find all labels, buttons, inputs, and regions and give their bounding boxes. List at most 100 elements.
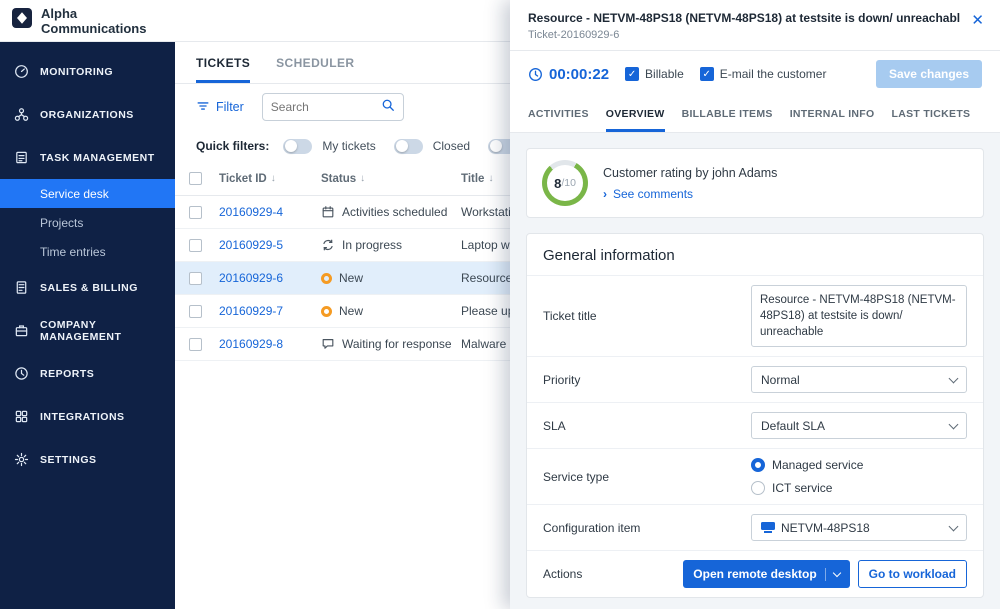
service-type-row: Service type Managed service ICT service: [527, 448, 983, 504]
detail-controls: 00:00:22 ✓ Billable ✓ E-mail the custome…: [510, 51, 1000, 97]
sidebar-subitem-service-desk[interactable]: Service desk: [0, 179, 175, 208]
new-status-icon: [321, 272, 332, 284]
sidebar-subitem-label: Service desk: [40, 186, 109, 201]
sla-row: SLA Default SLA: [527, 402, 983, 448]
status-cell: In progress: [321, 238, 461, 252]
save-changes-button[interactable]: Save changes: [875, 60, 982, 88]
detail-title: Resource - NETVM-48PS18 (NETVM-48PS18) a…: [528, 11, 960, 25]
ticket-id-link[interactable]: 20160929-4: [219, 205, 321, 219]
toggle-closed[interactable]: [393, 138, 423, 154]
sidebar-item-integrations[interactable]: INTEGRATIONS: [0, 395, 175, 438]
status-cell: New: [321, 271, 461, 285]
ticket-title-input[interactable]: Resource - NETVM-48PS18 (NETVM-48PS18) a…: [751, 285, 967, 348]
row-checkbox[interactable]: [189, 271, 202, 285]
close-icon[interactable]: ✕: [971, 13, 984, 28]
configuration-item-label: Configuration item: [543, 520, 641, 535]
monitor-icon: [761, 522, 775, 534]
sort-icon[interactable]: ↓: [360, 173, 365, 184]
sidebar-item-organizations[interactable]: ORGANIZATIONS: [0, 93, 175, 136]
sort-icon[interactable]: ↓: [488, 173, 493, 184]
chevron-right-icon: ›: [603, 186, 607, 201]
sidebar-item-monitoring[interactable]: MONITORING: [0, 50, 175, 93]
ticket-title-row: Ticket title Resource - NETVM-48PS18 (NE…: [527, 275, 983, 356]
email-customer-checkbox[interactable]: ✓ E-mail the customer: [699, 67, 826, 81]
tab-activities[interactable]: ACTIVITIES: [528, 97, 589, 132]
rating-denominator: /10: [561, 177, 576, 189]
brand-bar: Alpha Communications: [0, 0, 175, 42]
sidebar-item-task-management[interactable]: TASK MANAGEMENT: [0, 136, 175, 179]
toggle-my-tickets[interactable]: [283, 138, 313, 154]
row-checkbox[interactable]: [189, 205, 202, 219]
row-checkbox[interactable]: [189, 238, 202, 252]
search-input[interactable]: [270, 100, 381, 114]
priority-label: Priority: [543, 372, 581, 387]
go-to-workload-button[interactable]: Go to workload: [857, 560, 967, 589]
column-status[interactable]: Status ↓: [321, 173, 461, 185]
sidebar-subitem-time-entries[interactable]: Time entries: [0, 237, 175, 266]
detail-body: 8/10 Customer rating by john Adams › See…: [510, 133, 1000, 609]
waiting-chat-icon: [321, 337, 335, 351]
configuration-item-select[interactable]: NETVM-48PS18: [751, 514, 967, 542]
see-comments-link[interactable]: › See comments: [603, 187, 777, 201]
actions-label: Actions: [543, 567, 583, 582]
sidebar-item-label: INTEGRATIONS: [40, 410, 125, 423]
ticket-id-link[interactable]: 20160929-7: [219, 304, 321, 318]
sidebar-item-company-management[interactable]: COMPANY MANAGEMENT: [0, 309, 175, 352]
tab-last-tickets[interactable]: LAST TICKETS: [892, 97, 971, 132]
radio-managed-service[interactable]: Managed service: [751, 458, 967, 473]
priority-row: Priority Normal: [527, 356, 983, 402]
sla-select[interactable]: Default SLA: [751, 412, 967, 440]
priority-select[interactable]: Normal: [751, 366, 967, 394]
detail-tabs: ACTIVITIES OVERVIEW BILLABLE ITEMS INTER…: [510, 97, 1000, 133]
chevron-down-icon: [832, 568, 841, 578]
ticket-id-link[interactable]: 20160929-5: [219, 238, 321, 252]
ticket-id-link[interactable]: 20160929-8: [219, 337, 321, 351]
app-logo-icon: [12, 8, 32, 33]
search-icon[interactable]: [381, 98, 395, 117]
billable-checkbox[interactable]: ✓ Billable: [625, 67, 684, 81]
column-ticket-id[interactable]: Ticket ID ↓: [219, 173, 321, 185]
tab-overview[interactable]: OVERVIEW: [605, 97, 665, 132]
sidebar-item-label: TASK MANAGEMENT: [40, 151, 155, 164]
calendar-icon: [321, 205, 335, 219]
ticket-timer[interactable]: 00:00:22: [528, 66, 609, 83]
sidebar-item-sales-billing[interactable]: SALES & BILLING: [0, 266, 175, 309]
select-all-checkbox[interactable]: [189, 172, 202, 185]
sidebar-item-reports[interactable]: REPORTS: [0, 352, 175, 395]
sidebar-item-label: COMPANY MANAGEMENT: [40, 318, 122, 343]
general-information-card: General information Ticket title Resourc…: [526, 233, 984, 599]
ticket-detail-panel: Resource - NETVM-48PS18 (NETVM-48PS18) a…: [510, 0, 1000, 609]
tab-billable-items[interactable]: BILLABLE ITEMS: [682, 97, 773, 132]
filter-label: Filter: [216, 100, 244, 114]
row-checkbox[interactable]: [189, 304, 202, 318]
button-divider: [824, 567, 826, 581]
filter-button[interactable]: Filter: [196, 99, 244, 116]
tab-tickets[interactable]: TICKETS: [196, 42, 251, 83]
radio-ict-service[interactable]: ICT service: [751, 481, 967, 496]
filter-icon: [196, 99, 210, 116]
sidebar-item-label: SETTINGS: [40, 453, 97, 466]
sidebar-item-label: REPORTS: [40, 367, 95, 380]
integrations-grid-icon: [14, 409, 29, 424]
chevron-down-icon: [948, 419, 959, 430]
open-remote-desktop-button[interactable]: Open remote desktop: [683, 560, 850, 589]
sidebar-subitem-projects[interactable]: Projects: [0, 208, 175, 237]
sort-icon[interactable]: ↓: [271, 173, 276, 184]
organizations-icon: [14, 107, 29, 122]
ticket-title-label: Ticket title: [543, 309, 597, 324]
tab-internal-info[interactable]: INTERNAL INFO: [790, 97, 875, 132]
sidebar-subitem-label: Time entries: [40, 244, 106, 259]
sidebar-subitem-label: Projects: [40, 215, 84, 230]
in-progress-sync-icon: [321, 238, 335, 252]
tab-scheduler[interactable]: SCHEDULER: [276, 42, 354, 83]
sla-label: SLA: [543, 418, 566, 433]
sidebar-item-settings[interactable]: SETTINGS: [0, 438, 175, 481]
row-checkbox[interactable]: [189, 337, 202, 351]
quick-filter-label: Closed: [432, 139, 471, 153]
rating-text-block: Customer rating by john Adams › See comm…: [603, 166, 777, 201]
rating-score: 8: [554, 175, 562, 191]
invoice-icon: [14, 280, 29, 295]
ticket-id-link[interactable]: 20160929-6: [219, 271, 321, 285]
new-status-icon: [321, 305, 332, 317]
checkbox-checked-icon: ✓: [625, 67, 640, 81]
